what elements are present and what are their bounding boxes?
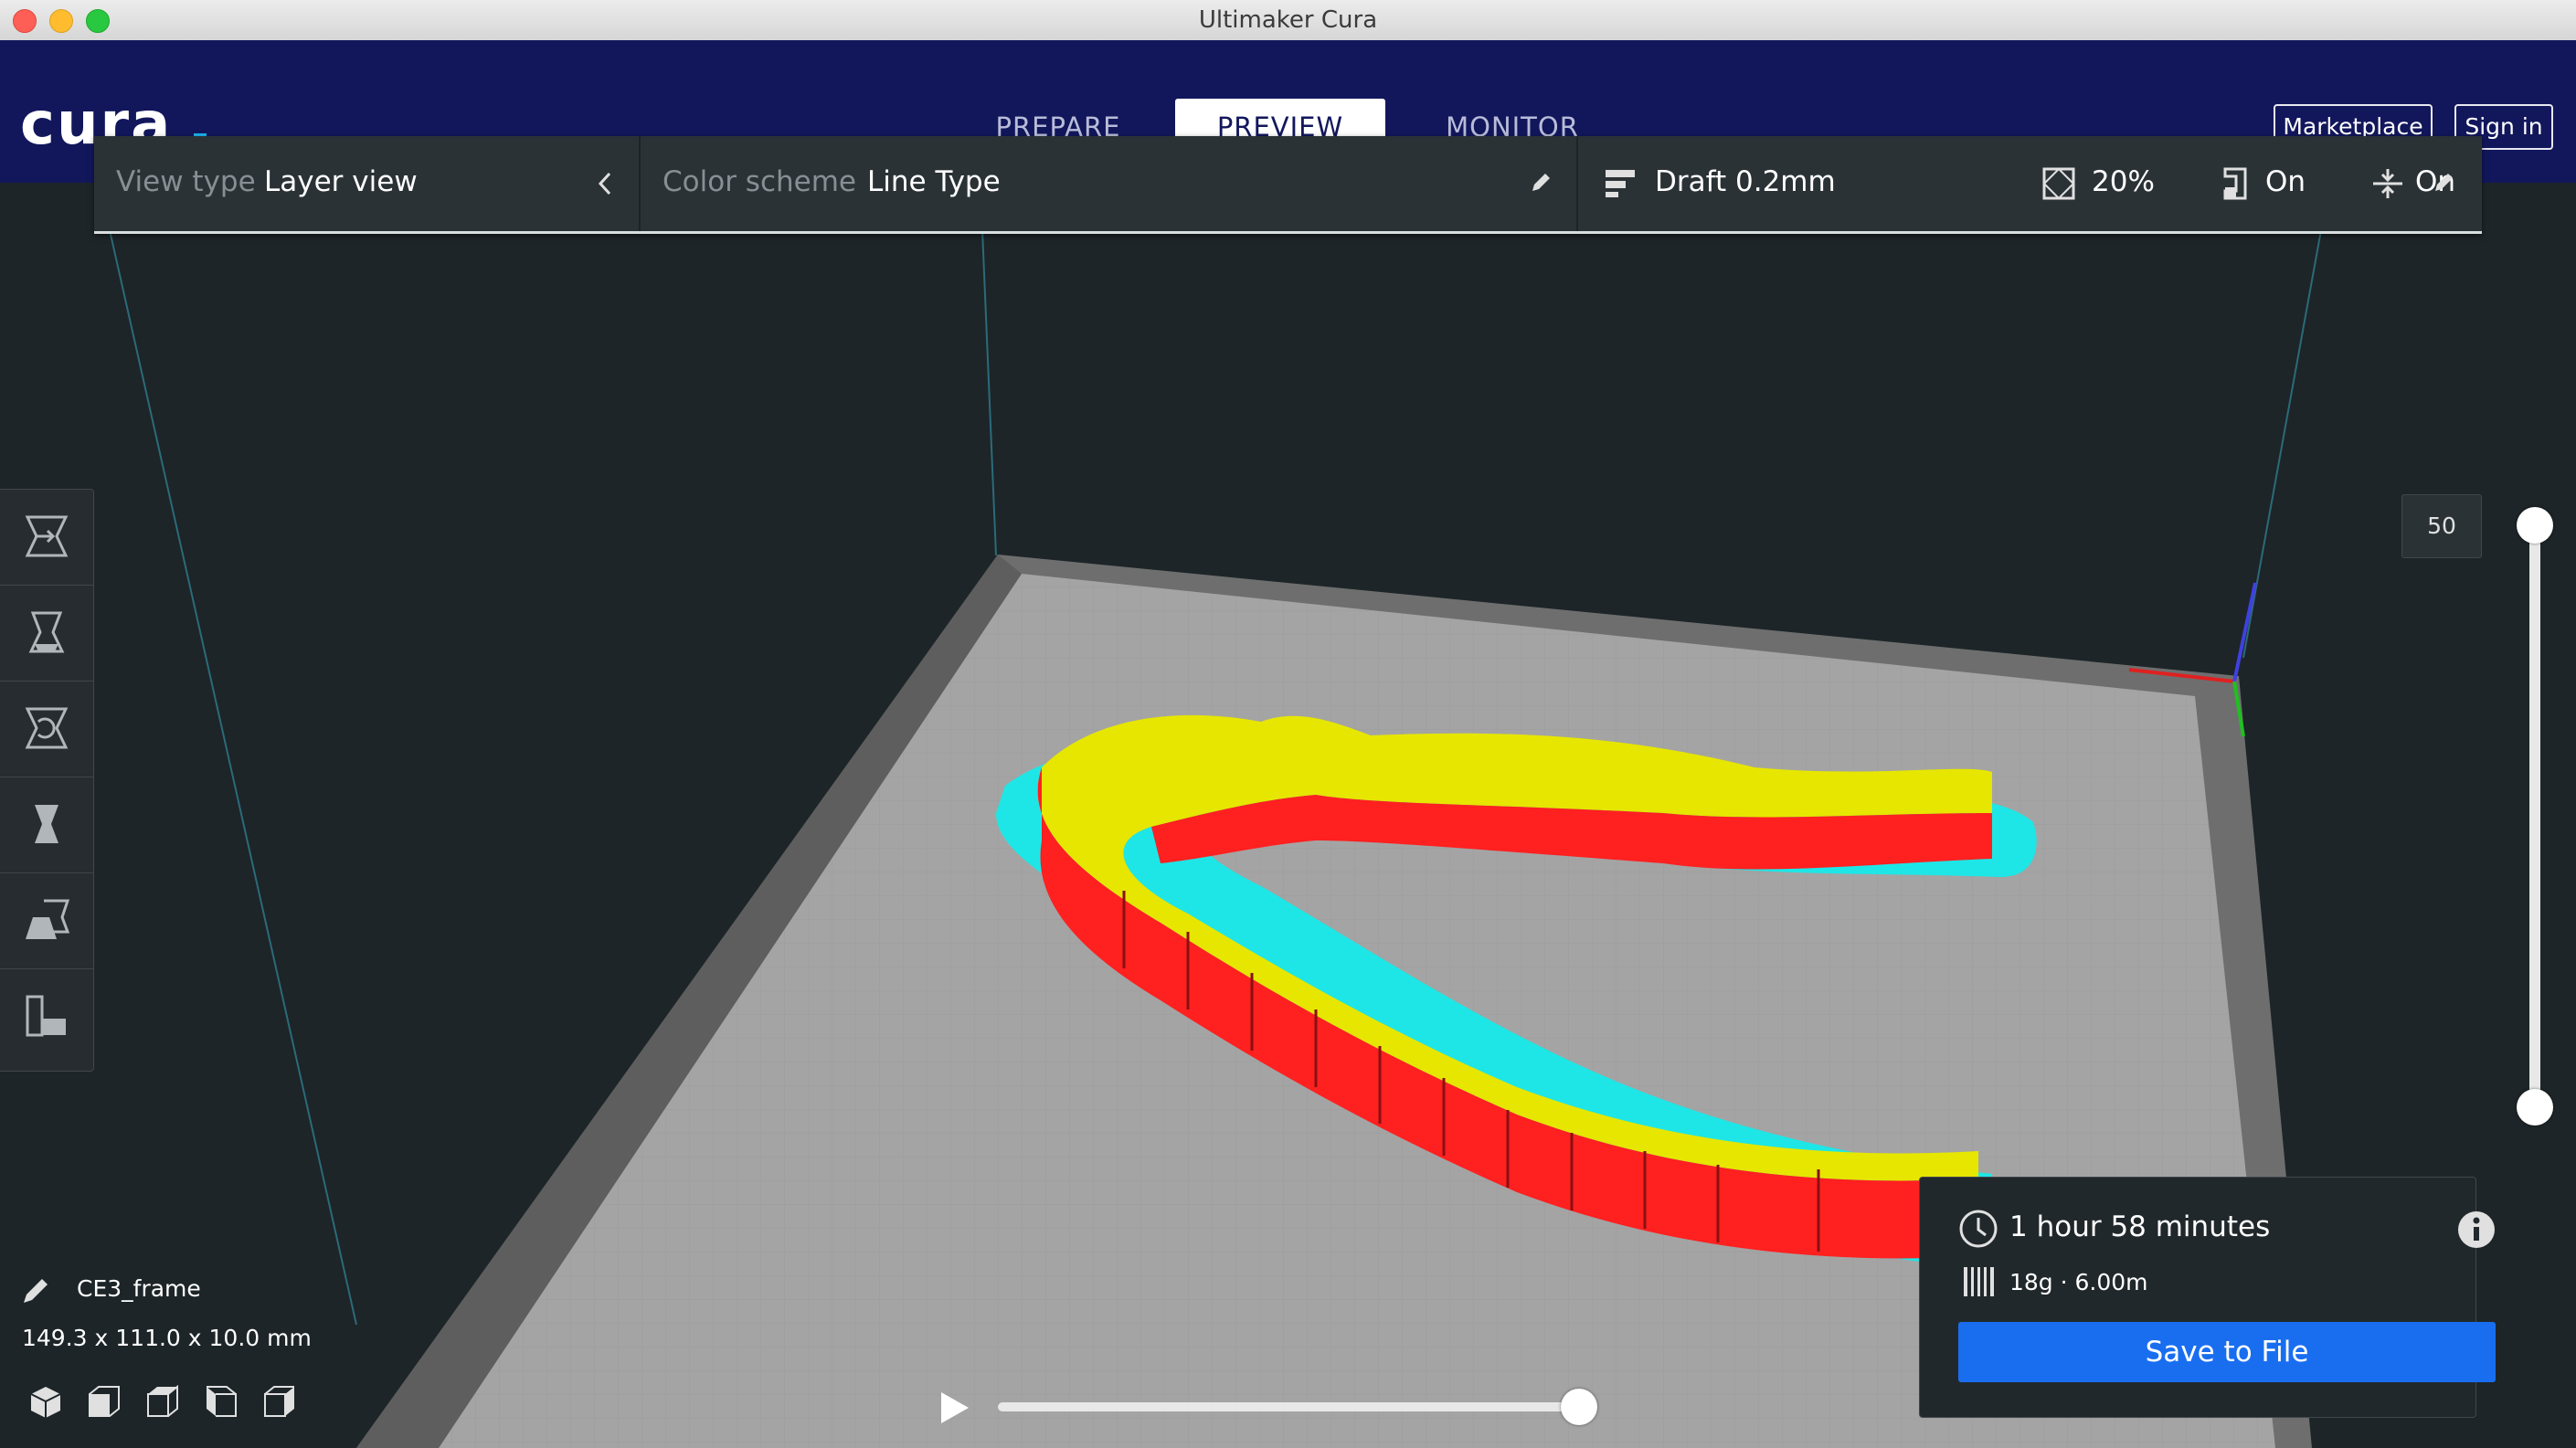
front-view-icon[interactable] bbox=[86, 1383, 122, 1420]
pencil-icon bbox=[1532, 174, 1550, 191]
save-to-file-button[interactable]: Save to File bbox=[1958, 1322, 2496, 1382]
simulation-slider-track[interactable] bbox=[998, 1402, 1583, 1411]
layer-slider-track[interactable] bbox=[2529, 526, 2540, 1107]
rotate-tool-icon bbox=[25, 707, 69, 749]
per-model-settings-icon bbox=[26, 899, 70, 939]
object-dimensions: 149.3 x 111.0 x 10.0 mm bbox=[22, 1325, 312, 1351]
color-scheme-value: Line Type bbox=[867, 165, 1001, 198]
window-titlebar: Ultimaker Cura bbox=[0, 0, 2576, 41]
per-model-settings-button[interactable] bbox=[0, 873, 93, 969]
profile-value: Draft 0.2mm bbox=[1655, 165, 1836, 198]
right-view-icon[interactable] bbox=[261, 1383, 298, 1420]
view-type-value: Layer view bbox=[264, 165, 418, 198]
scale-tool-icon bbox=[28, 611, 65, 653]
axis-z bbox=[2232, 582, 2257, 682]
print-settings-selector[interactable]: Draft 0.2mm 20% On On bbox=[1578, 136, 2482, 231]
simulation-slider-handle[interactable] bbox=[1561, 1389, 1597, 1425]
profile-icon bbox=[1606, 170, 1635, 197]
3d-view-icon[interactable] bbox=[27, 1383, 64, 1420]
layer-slider-top-handle[interactable] bbox=[2517, 507, 2553, 544]
info-icon[interactable] bbox=[2457, 1210, 2496, 1249]
object-name: CE3_frame bbox=[77, 1275, 201, 1302]
mirror-tool-icon bbox=[35, 805, 58, 843]
view-type-label: View type bbox=[116, 165, 256, 198]
color-scheme-selector[interactable]: Color scheme Line Type bbox=[641, 136, 1576, 231]
tool-panel bbox=[0, 489, 94, 1072]
print-information-panel: 1 hour 58 minutes 18g · 6.00m Save to Fi… bbox=[1919, 1177, 2496, 1418]
color-scheme-label: Color scheme bbox=[663, 165, 856, 198]
support-blocker-button[interactable] bbox=[0, 969, 93, 1064]
layer-number-badge[interactable]: 50 bbox=[2401, 494, 2482, 558]
support-value: On bbox=[2265, 165, 2306, 198]
filament-icon bbox=[1964, 1267, 1994, 1296]
move-tool-button[interactable] bbox=[0, 490, 93, 586]
pencil-icon[interactable] bbox=[2432, 171, 2455, 195]
rotate-tool-button[interactable] bbox=[0, 682, 93, 777]
layer-slider-bottom-handle[interactable] bbox=[2517, 1089, 2553, 1126]
print-time: 1 hour 58 minutes bbox=[2009, 1210, 2271, 1243]
scale-tool-button[interactable] bbox=[0, 586, 93, 682]
support-blocker-icon bbox=[26, 995, 66, 1037]
material-usage: 18g · 6.00m bbox=[2009, 1269, 2148, 1295]
move-tool-icon bbox=[25, 515, 69, 557]
left-view-icon[interactable] bbox=[203, 1383, 239, 1420]
pencil-icon[interactable] bbox=[20, 1275, 51, 1306]
chevron-left-icon bbox=[598, 172, 611, 196]
stage-menu: View type Layer view Color scheme Line T… bbox=[94, 136, 2482, 234]
infill-value: 20% bbox=[2092, 165, 2155, 198]
view-type-selector[interactable]: View type Layer view bbox=[94, 136, 639, 231]
window-title: Ultimaker Cura bbox=[1198, 6, 1378, 34]
play-icon[interactable] bbox=[938, 1390, 970, 1425]
mirror-tool-button[interactable] bbox=[0, 777, 93, 873]
infill-icon bbox=[2042, 167, 2075, 200]
adhesion-icon bbox=[2373, 169, 2402, 198]
clock-icon bbox=[1959, 1210, 1998, 1248]
support-icon bbox=[2223, 167, 2247, 200]
top-view-icon[interactable] bbox=[144, 1383, 181, 1420]
